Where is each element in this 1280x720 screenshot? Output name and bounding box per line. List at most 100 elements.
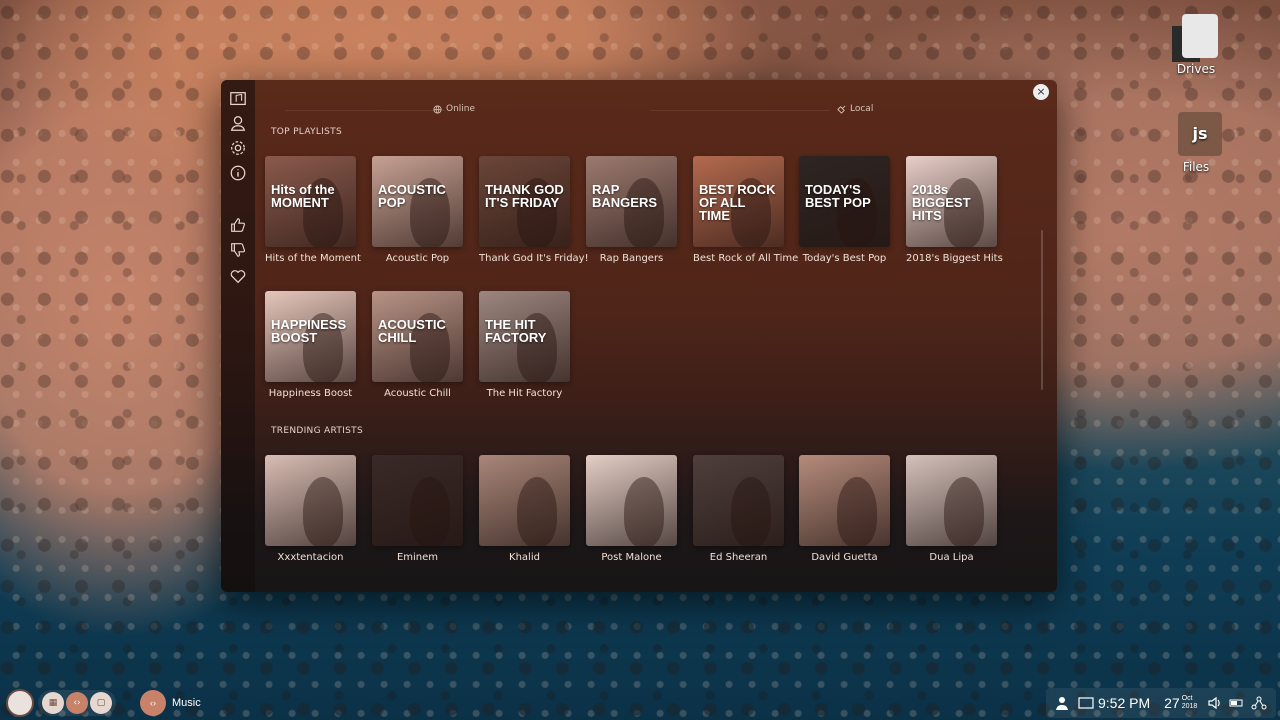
- tile-caption: Eminem: [396, 552, 439, 563]
- playlist-cover: ACOUSTIC POP: [372, 156, 463, 247]
- artist-tile[interactable]: Eminem: [372, 455, 463, 563]
- source-tabs: Online Local: [255, 102, 1045, 120]
- tile-caption: Happiness Boost: [268, 388, 353, 399]
- playlist-cover: Hits of the MOMENT: [265, 156, 356, 247]
- playlist-cover: ACOUSTIC CHILL: [372, 291, 463, 382]
- date-month: Oct: [1181, 695, 1193, 702]
- desktop-icon-label: Drives: [1176, 62, 1216, 76]
- user-icon[interactable]: [227, 112, 249, 134]
- playlist-tile[interactable]: Hits of the MOMENT Hits of the Moment: [265, 156, 361, 264]
- cover-title: TODAY'S BEST POP: [805, 182, 871, 211]
- tile-caption: Today's Best Pop: [802, 253, 887, 264]
- gear-icon[interactable]: [227, 137, 249, 159]
- tile-caption: Ed Sheeran: [709, 552, 768, 563]
- music-window: × Online Local TOP PLAYLISTS Hits of the…: [221, 80, 1057, 592]
- clock[interactable]: 9:52 PM: [1098, 695, 1150, 711]
- cover-figure: [410, 477, 450, 546]
- launcher-button[interactable]: [6, 689, 34, 717]
- tile-caption: Acoustic Pop: [385, 253, 450, 264]
- cover-figure: [624, 477, 664, 546]
- code-icon[interactable]: ‹›: [66, 692, 88, 714]
- date-month-year: Oct 2018: [1182, 695, 1198, 711]
- tile-caption: Rap Bangers: [599, 253, 664, 264]
- info-icon[interactable]: [227, 162, 249, 184]
- tab-online[interactable]: Online: [433, 104, 475, 114]
- cover-title: Hits of the MOMENT: [271, 182, 335, 211]
- music-app-icon: ‹›: [140, 690, 166, 716]
- playlist-tile[interactable]: ACOUSTIC POP Acoustic Pop: [372, 156, 463, 264]
- playlist-tile[interactable]: TODAY'S BEST POP Today's Best Pop: [799, 156, 890, 264]
- playlist-cover: TODAY'S BEST POP: [799, 156, 890, 247]
- heart-icon[interactable]: [227, 265, 249, 287]
- cover-title: BEST ROCK OF ALL TIME: [699, 182, 776, 224]
- cover-figure: [303, 477, 343, 546]
- tile-caption: Post Malone: [601, 552, 662, 563]
- file-glyph-text: js: [1192, 124, 1208, 143]
- tile-caption: Xxxtentacion: [277, 552, 344, 563]
- sidebar: [221, 80, 255, 592]
- tile-caption: Best Rock of All Time: [693, 253, 799, 264]
- artist-tile[interactable]: Post Malone: [586, 455, 677, 563]
- thumbs-up-icon[interactable]: [227, 214, 249, 236]
- artist-photo: [906, 455, 997, 546]
- artist-tile[interactable]: David Guetta: [799, 455, 890, 563]
- playlist-tile[interactable]: ACOUSTIC CHILL Acoustic Chill: [372, 291, 463, 399]
- thumbs-down-icon[interactable]: [227, 239, 249, 261]
- playlist-cover: HAPPINESS BOOST: [265, 291, 356, 382]
- playlist-cover: THE HIT FACTORY: [479, 291, 570, 382]
- section-title-trending-artists: TRENDING ARTISTS: [271, 426, 363, 436]
- tile-caption: Dua Lipa: [929, 552, 974, 563]
- tab-label: Online: [446, 104, 476, 114]
- artist-tile[interactable]: Xxxtentacion: [265, 455, 356, 563]
- cover-title: ACOUSTIC CHILL: [378, 317, 446, 346]
- playlist-tile[interactable]: BEST ROCK OF ALL TIME Best Rock of All Ti…: [693, 156, 799, 264]
- tile-caption: 2018's Biggest Hits: [906, 253, 1003, 264]
- artist-photo: [372, 455, 463, 546]
- system-tray: 9:52 PM 27 Oct 2018: [1046, 688, 1276, 718]
- window-icon[interactable]: [1078, 695, 1094, 711]
- tab-divider: [285, 110, 445, 111]
- scrollbar[interactable]: [1041, 230, 1043, 390]
- files-icon[interactable]: ▢: [90, 692, 112, 714]
- cover-title: HAPPINESS BOOST: [271, 317, 347, 346]
- playlist-tile[interactable]: THANK GOD IT'S FRIDAY Thank God It's Frid…: [479, 156, 589, 264]
- network-icon[interactable]: [1251, 695, 1267, 711]
- date-day: 27: [1164, 695, 1180, 711]
- tab-divider: [650, 110, 830, 111]
- tab-local[interactable]: Local: [837, 104, 873, 114]
- artist-tile[interactable]: Dua Lipa: [906, 455, 997, 563]
- cover-title: ACOUSTIC POP: [378, 182, 446, 211]
- artist-tile[interactable]: Ed Sheeran: [693, 455, 784, 563]
- volume-icon[interactable]: [1207, 695, 1223, 711]
- drive-icon: [1182, 14, 1218, 58]
- playlist-tile[interactable]: THE HIT FACTORY The Hit Factory: [479, 291, 570, 399]
- artist-photo: [799, 455, 890, 546]
- cover-figure: [517, 477, 557, 546]
- close-button[interactable]: ×: [1033, 84, 1049, 100]
- desktop-icon-drives[interactable]: Drives: [1156, 14, 1236, 76]
- js-file-icon: js: [1178, 112, 1222, 156]
- battery-icon[interactable]: [1229, 695, 1245, 711]
- app-grid-icon[interactable]: ▦: [42, 692, 64, 714]
- tile-caption: The Hit Factory: [486, 388, 563, 399]
- date-year: 2018: [1181, 703, 1198, 710]
- playlist-tile[interactable]: HAPPINESS BOOST Happiness Boost: [265, 291, 356, 399]
- playlist-tile[interactable]: RAP BANGERS Rap Bangers: [586, 156, 677, 264]
- artist-photo: [693, 455, 784, 546]
- taskbar-app-music[interactable]: ‹› Music: [140, 690, 201, 716]
- cover-title: 2018s BIGGEST HITS: [912, 182, 971, 224]
- artist-photo: [586, 455, 677, 546]
- artist-tile[interactable]: Khalid: [479, 455, 570, 563]
- playlist-cover: RAP BANGERS: [586, 156, 677, 247]
- playlist-cover: BEST ROCK OF ALL TIME: [693, 156, 784, 247]
- taskbar-shortcuts: ▦ ‹› ▢: [38, 690, 116, 716]
- cover-figure: [944, 477, 984, 546]
- music-icon[interactable]: [227, 88, 249, 110]
- playlist-tile[interactable]: 2018s BIGGEST HITS 2018's Biggest Hits: [906, 156, 1003, 264]
- artist-photo: [265, 455, 356, 546]
- cover-title: THE HIT FACTORY: [485, 317, 547, 346]
- tile-caption: Acoustic Chill: [384, 388, 451, 399]
- desktop-icon-files[interactable]: js Files: [1156, 112, 1236, 174]
- globe-icon: [433, 104, 442, 114]
- user-icon[interactable]: [1054, 695, 1070, 711]
